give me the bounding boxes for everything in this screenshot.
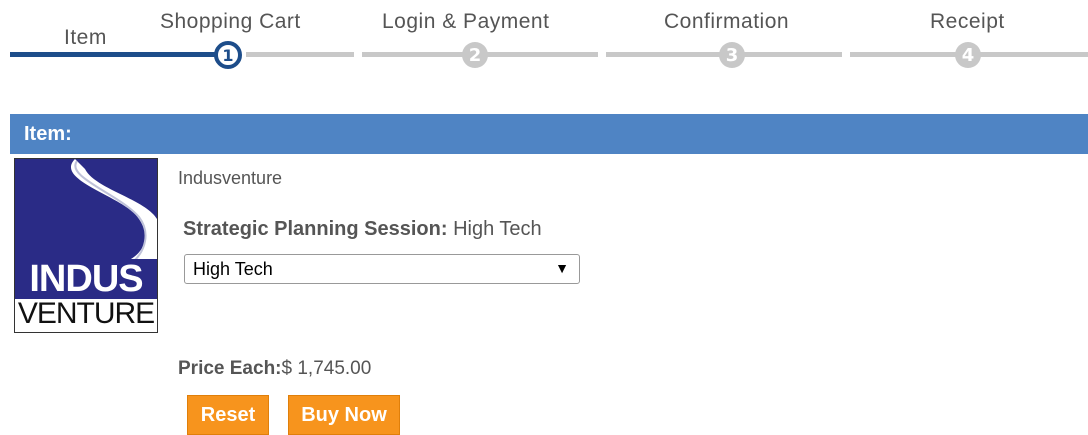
step-login-payment-circle: 2 [462, 42, 488, 68]
indusventure-logo: INDUS VENTURE [14, 158, 158, 333]
item-section-header: Item: [10, 114, 1088, 154]
logo-text-venture: VENTURE [17, 297, 155, 330]
step-item-label: Item [64, 26, 107, 49]
logo-road-graphic [15, 159, 157, 263]
step-confirmation-circle: 3 [719, 42, 745, 68]
road-icon [70, 159, 157, 263]
vendor-name: Indusventure [178, 168, 283, 188]
price-value: $ 1,745.00 [281, 358, 372, 379]
step-shopping-cart-number: 1 [222, 45, 234, 65]
price-line: Price Each:$ 1,745.00 [178, 358, 371, 380]
step-receipt-number: 4 [961, 44, 975, 66]
step-confirmation-number: 3 [725, 44, 739, 66]
select-value: High Tech [193, 258, 273, 279]
step-shopping-cart-label: Shopping Cart [160, 10, 301, 33]
logo-text-indus: INDUS [15, 259, 157, 299]
step-receipt-label: Receipt [930, 10, 1005, 33]
session-value: High Tech [453, 218, 542, 240]
item-header-label: Item: [24, 122, 72, 145]
step-item-line [10, 52, 230, 57]
reset-button[interactable]: Reset [187, 395, 269, 435]
step-shopping-cart-circle: 1 [214, 41, 242, 69]
step-confirmation-label: Confirmation [664, 10, 790, 33]
session-line: Strategic Planning Session: High Tech [183, 218, 542, 241]
buy-now-button[interactable]: Buy Now [288, 395, 400, 435]
step-login-payment-label: Login & Payment [382, 10, 550, 33]
price-label: Price Each: [178, 358, 282, 379]
step-login-payment-number: 2 [468, 44, 482, 66]
session-label: Strategic Planning Session: [183, 218, 448, 240]
step-receipt-circle: 4 [955, 42, 981, 68]
checkout-progress: Item Shopping Cart 1 Login & Payment 2 C… [0, 0, 1088, 80]
session-option-select[interactable]: High Tech ▼ [184, 254, 580, 284]
step-shopping-cart-line [246, 52, 354, 57]
dropdown-arrow-icon: ▼ [555, 260, 569, 276]
